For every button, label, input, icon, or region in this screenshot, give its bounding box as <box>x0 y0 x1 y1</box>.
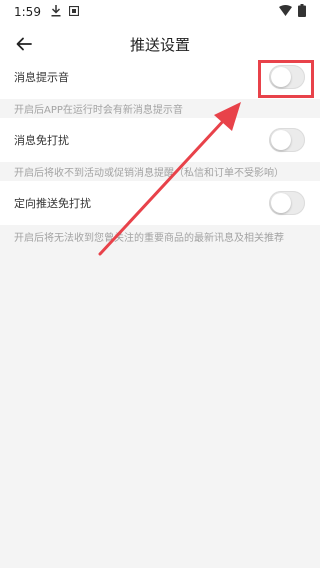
setting-row-message-sound: 消息提示音 <box>0 55 320 99</box>
targeted-push-toggle[interactable] <box>269 191 305 215</box>
setting-hint: 开启后将收不到活动或促销消息提醒（私信和订单不受影响） <box>14 168 284 179</box>
setting-row-targeted-push: 定向推送免打扰 <box>0 181 320 225</box>
back-button[interactable] <box>12 32 36 56</box>
wifi-icon <box>279 5 292 19</box>
setting-label: 消息免打扰 <box>14 134 69 147</box>
setting-row-do-not-disturb: 消息免打扰 <box>0 118 320 162</box>
battery-icon <box>298 4 306 20</box>
app-icon <box>68 5 80 19</box>
back-arrow-icon <box>16 37 32 51</box>
status-bar: 1:59 <box>0 0 320 24</box>
download-icon <box>51 4 61 20</box>
status-right-icons <box>279 4 306 20</box>
toggle-knob <box>271 67 291 87</box>
setting-label: 消息提示音 <box>14 71 69 84</box>
setting-hint: 开启后APP在运行时会有新消息提示音 <box>14 105 183 116</box>
setting-hint: 开启后将无法收到您曾关注的重要商品的最新讯息及相关推荐 <box>14 233 284 244</box>
status-time: 1:59 <box>14 5 41 19</box>
toggle-knob <box>271 193 291 213</box>
toggle-knob <box>271 130 291 150</box>
setting-label: 定向推送免打扰 <box>14 197 91 210</box>
do-not-disturb-toggle[interactable] <box>269 128 305 152</box>
page-title: 推送设置 <box>129 35 190 54</box>
message-sound-toggle[interactable] <box>269 65 305 89</box>
status-left-icons <box>51 4 80 20</box>
